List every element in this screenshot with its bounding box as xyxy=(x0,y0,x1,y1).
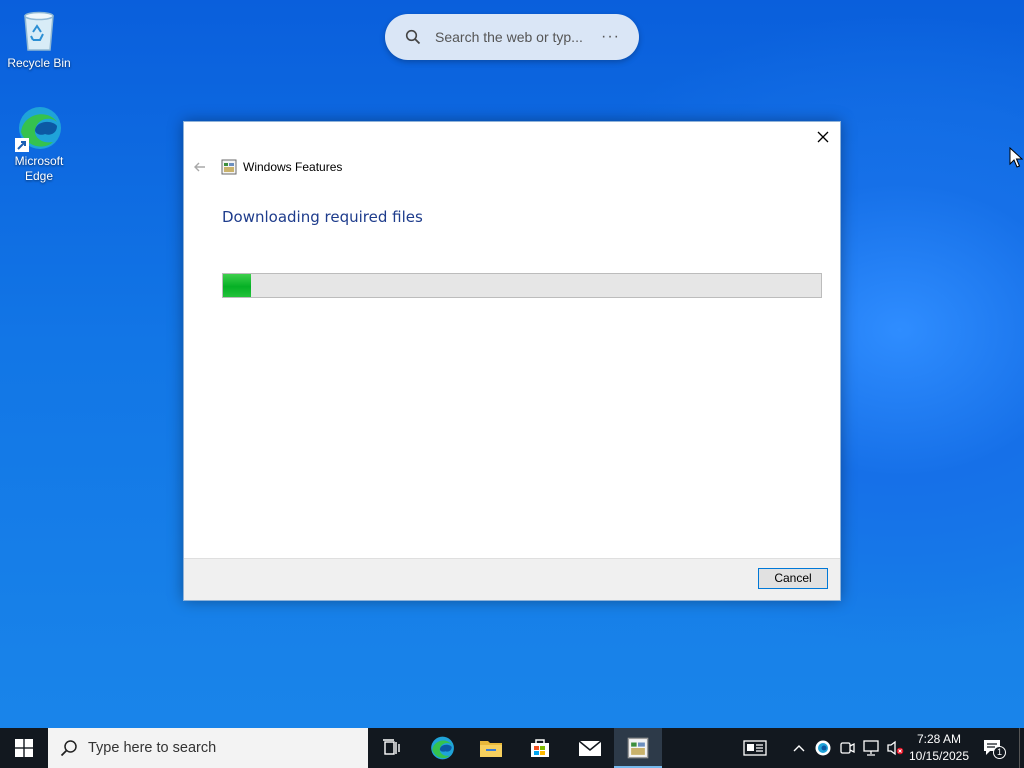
taskbar-search-box[interactable]: Type here to search xyxy=(48,728,368,768)
search-icon xyxy=(60,740,77,757)
windows-features-icon xyxy=(627,737,649,759)
more-options-button[interactable]: ··· xyxy=(601,28,620,46)
volume-button[interactable] xyxy=(884,728,906,768)
progress-bar-fill xyxy=(223,274,252,297)
close-button[interactable] xyxy=(814,128,832,146)
task-view-button[interactable] xyxy=(368,728,416,768)
taskbar-mail-button[interactable] xyxy=(566,728,614,768)
network-button[interactable] xyxy=(860,728,882,768)
taskbar-file-explorer-button[interactable] xyxy=(467,728,515,768)
store-icon xyxy=(531,739,549,757)
meet-now-button[interactable] xyxy=(836,728,858,768)
clock[interactable]: 7:28 AM 10/15/2025 xyxy=(906,731,972,765)
action-center-button[interactable]: 1 xyxy=(978,728,1008,768)
taskbar-edge-button[interactable] xyxy=(418,728,466,768)
web-search-placeholder: Search the web or typ... xyxy=(435,29,583,45)
tray-edge-button[interactable] xyxy=(812,728,834,768)
windows-logo-icon xyxy=(15,739,33,757)
task-view-icon xyxy=(383,739,400,755)
back-button[interactable] xyxy=(193,160,207,174)
file-explorer-icon xyxy=(480,741,502,757)
dialog-heading: Downloading required files xyxy=(222,208,423,226)
recycle-bin-icon xyxy=(15,6,63,54)
show-hidden-icons-button[interactable] xyxy=(788,728,810,768)
windows-features-icon xyxy=(221,159,237,175)
dialog-title-row: Windows Features xyxy=(221,159,342,175)
desktop-icon-label: Microsoft Edge xyxy=(14,154,64,183)
network-icon xyxy=(863,740,879,756)
download-progress-bar xyxy=(222,273,822,298)
show-desktop-button[interactable] xyxy=(1019,728,1024,768)
edge-icon xyxy=(431,736,454,760)
shortcut-arrow-icon xyxy=(15,138,29,152)
news-icon xyxy=(743,740,767,756)
news-button[interactable] xyxy=(740,728,770,768)
taskbar-windows-features-button[interactable] xyxy=(614,728,662,768)
chevron-up-icon xyxy=(793,745,805,752)
clock-date: 10/15/2025 xyxy=(908,749,970,763)
desktop-icon-label: Recycle Bin xyxy=(7,56,71,70)
clock-time: 7:28 AM xyxy=(916,732,962,746)
back-arrow-icon xyxy=(194,162,205,172)
taskbar-search-placeholder: Type here to search xyxy=(88,740,217,756)
close-icon xyxy=(817,131,829,143)
mail-icon xyxy=(578,740,602,756)
start-button[interactable] xyxy=(0,728,48,768)
desktop-icon-edge[interactable]: Microsoft Edge xyxy=(1,104,77,184)
notification-count-badge: 1 xyxy=(993,746,1006,759)
meet-now-icon xyxy=(840,742,855,754)
volume-muted-icon xyxy=(887,740,904,756)
mouse-cursor-icon xyxy=(1009,147,1023,168)
dialog-title: Windows Features xyxy=(243,160,343,174)
taskbar: Type here to search 7:28 AM 10/15/2025 1 xyxy=(0,728,1024,768)
cancel-button[interactable]: Cancel xyxy=(758,568,828,589)
edge-icon xyxy=(15,104,63,152)
taskbar-store-button[interactable] xyxy=(516,728,564,768)
edge-tray-icon xyxy=(815,740,831,756)
windows-features-dialog: Windows Features Downloading required fi… xyxy=(183,121,841,601)
web-search-widget[interactable]: Search the web or typ... ··· xyxy=(385,14,639,60)
search-icon xyxy=(405,29,421,45)
dialog-footer: Cancel xyxy=(184,558,840,600)
desktop-icon-recycle-bin[interactable]: Recycle Bin xyxy=(1,6,77,71)
